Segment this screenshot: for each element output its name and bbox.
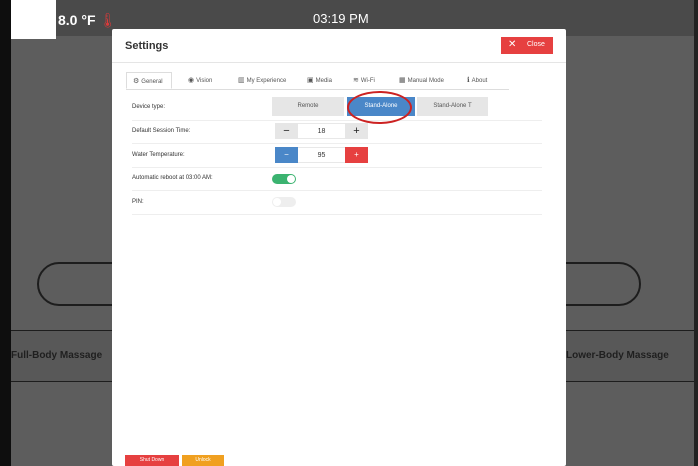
water-temperature-value[interactable]: 95 <box>298 147 345 163</box>
row-divider <box>132 143 542 144</box>
automatic-reboot-label: Automatic reboot at 03:00 AM: <box>132 175 213 181</box>
device-type-remote[interactable]: Remote <box>272 97 344 116</box>
row-divider <box>132 190 542 191</box>
tab-manual-mode[interactable]: ▦ Manual Mode <box>399 72 444 89</box>
close-label: Close <box>527 41 545 48</box>
clock: 03:19 PM <box>313 11 369 26</box>
left-bezel <box>0 0 11 466</box>
highlight-circle <box>347 91 412 124</box>
water-temperature-decrement[interactable]: − <box>275 147 298 163</box>
wifi-icon: ≋ <box>353 77 359 84</box>
row-divider <box>132 214 542 215</box>
modal-title: Settings <box>125 40 169 52</box>
pin-toggle[interactable] <box>272 197 296 207</box>
settings-modal: Settings ✕ Close ⚙ General ◉ Vision ▥ My Ex… <box>112 29 566 466</box>
full-body-massage-option[interactable]: Full-Body Massage <box>11 350 102 361</box>
tab-vision[interactable]: ◉ Vision <box>188 72 212 89</box>
session-time-increment[interactable]: + <box>345 123 368 139</box>
info-icon: ℹ <box>467 77 470 84</box>
device-type-label: Device type: <box>132 104 166 110</box>
session-time-decrement[interactable]: − <box>275 123 298 139</box>
chart-icon: ▥ <box>238 77 245 84</box>
right-bezel <box>694 0 698 466</box>
session-time-value[interactable]: 18 <box>298 123 345 139</box>
close-icon: ✕ <box>508 39 517 50</box>
app-screen: 8.0 °F 🌡︎ ≈ ≡ 03:19 PM Full-Body Massage… <box>0 0 698 466</box>
water-temperature-increment[interactable]: + <box>345 147 368 163</box>
automatic-reboot-toggle[interactable] <box>272 174 296 184</box>
toggle-knob <box>287 175 295 183</box>
lower-body-massage-option[interactable]: Lower-Body Massage <box>566 350 669 361</box>
device-type-stand-alone-t[interactable]: Stand-Alone T <box>417 97 488 116</box>
close-button[interactable]: ✕ Close <box>501 37 553 54</box>
film-icon: ▣ <box>307 77 314 84</box>
tab-general[interactable]: ⚙ General <box>126 72 172 89</box>
tab-wifi[interactable]: ≋ Wi-Fi <box>353 72 375 89</box>
grid-icon: ▦ <box>399 77 406 84</box>
water-temperature-label: Water Temperature: <box>132 152 185 158</box>
unlock-button[interactable]: Unlock <box>182 455 224 466</box>
settings-tabs: ⚙ General ◉ Vision ▥ My Experience ▣ Media ≋… <box>126 72 509 90</box>
tab-media[interactable]: ▣ Media <box>307 72 332 89</box>
eye-icon: ◉ <box>188 77 195 84</box>
session-time-label: Default Session Time: <box>132 128 191 134</box>
thermometer-icon: 🌡︎ <box>99 12 117 28</box>
pin-label: PIN: <box>132 199 144 205</box>
header-divider <box>112 62 566 63</box>
row-divider <box>132 167 542 168</box>
status-small-label: ≈ ≡ <box>26 29 36 36</box>
toggle-knob <box>273 198 281 206</box>
tab-about[interactable]: ℹ About <box>467 72 487 89</box>
gear-icon: ⚙ <box>133 78 140 85</box>
tab-my-experience[interactable]: ▥ My Experience <box>238 72 286 89</box>
shut-down-button[interactable]: Shut Down <box>125 455 179 466</box>
temperature-readout: 8.0 °F <box>58 12 96 28</box>
row-divider <box>132 120 542 121</box>
